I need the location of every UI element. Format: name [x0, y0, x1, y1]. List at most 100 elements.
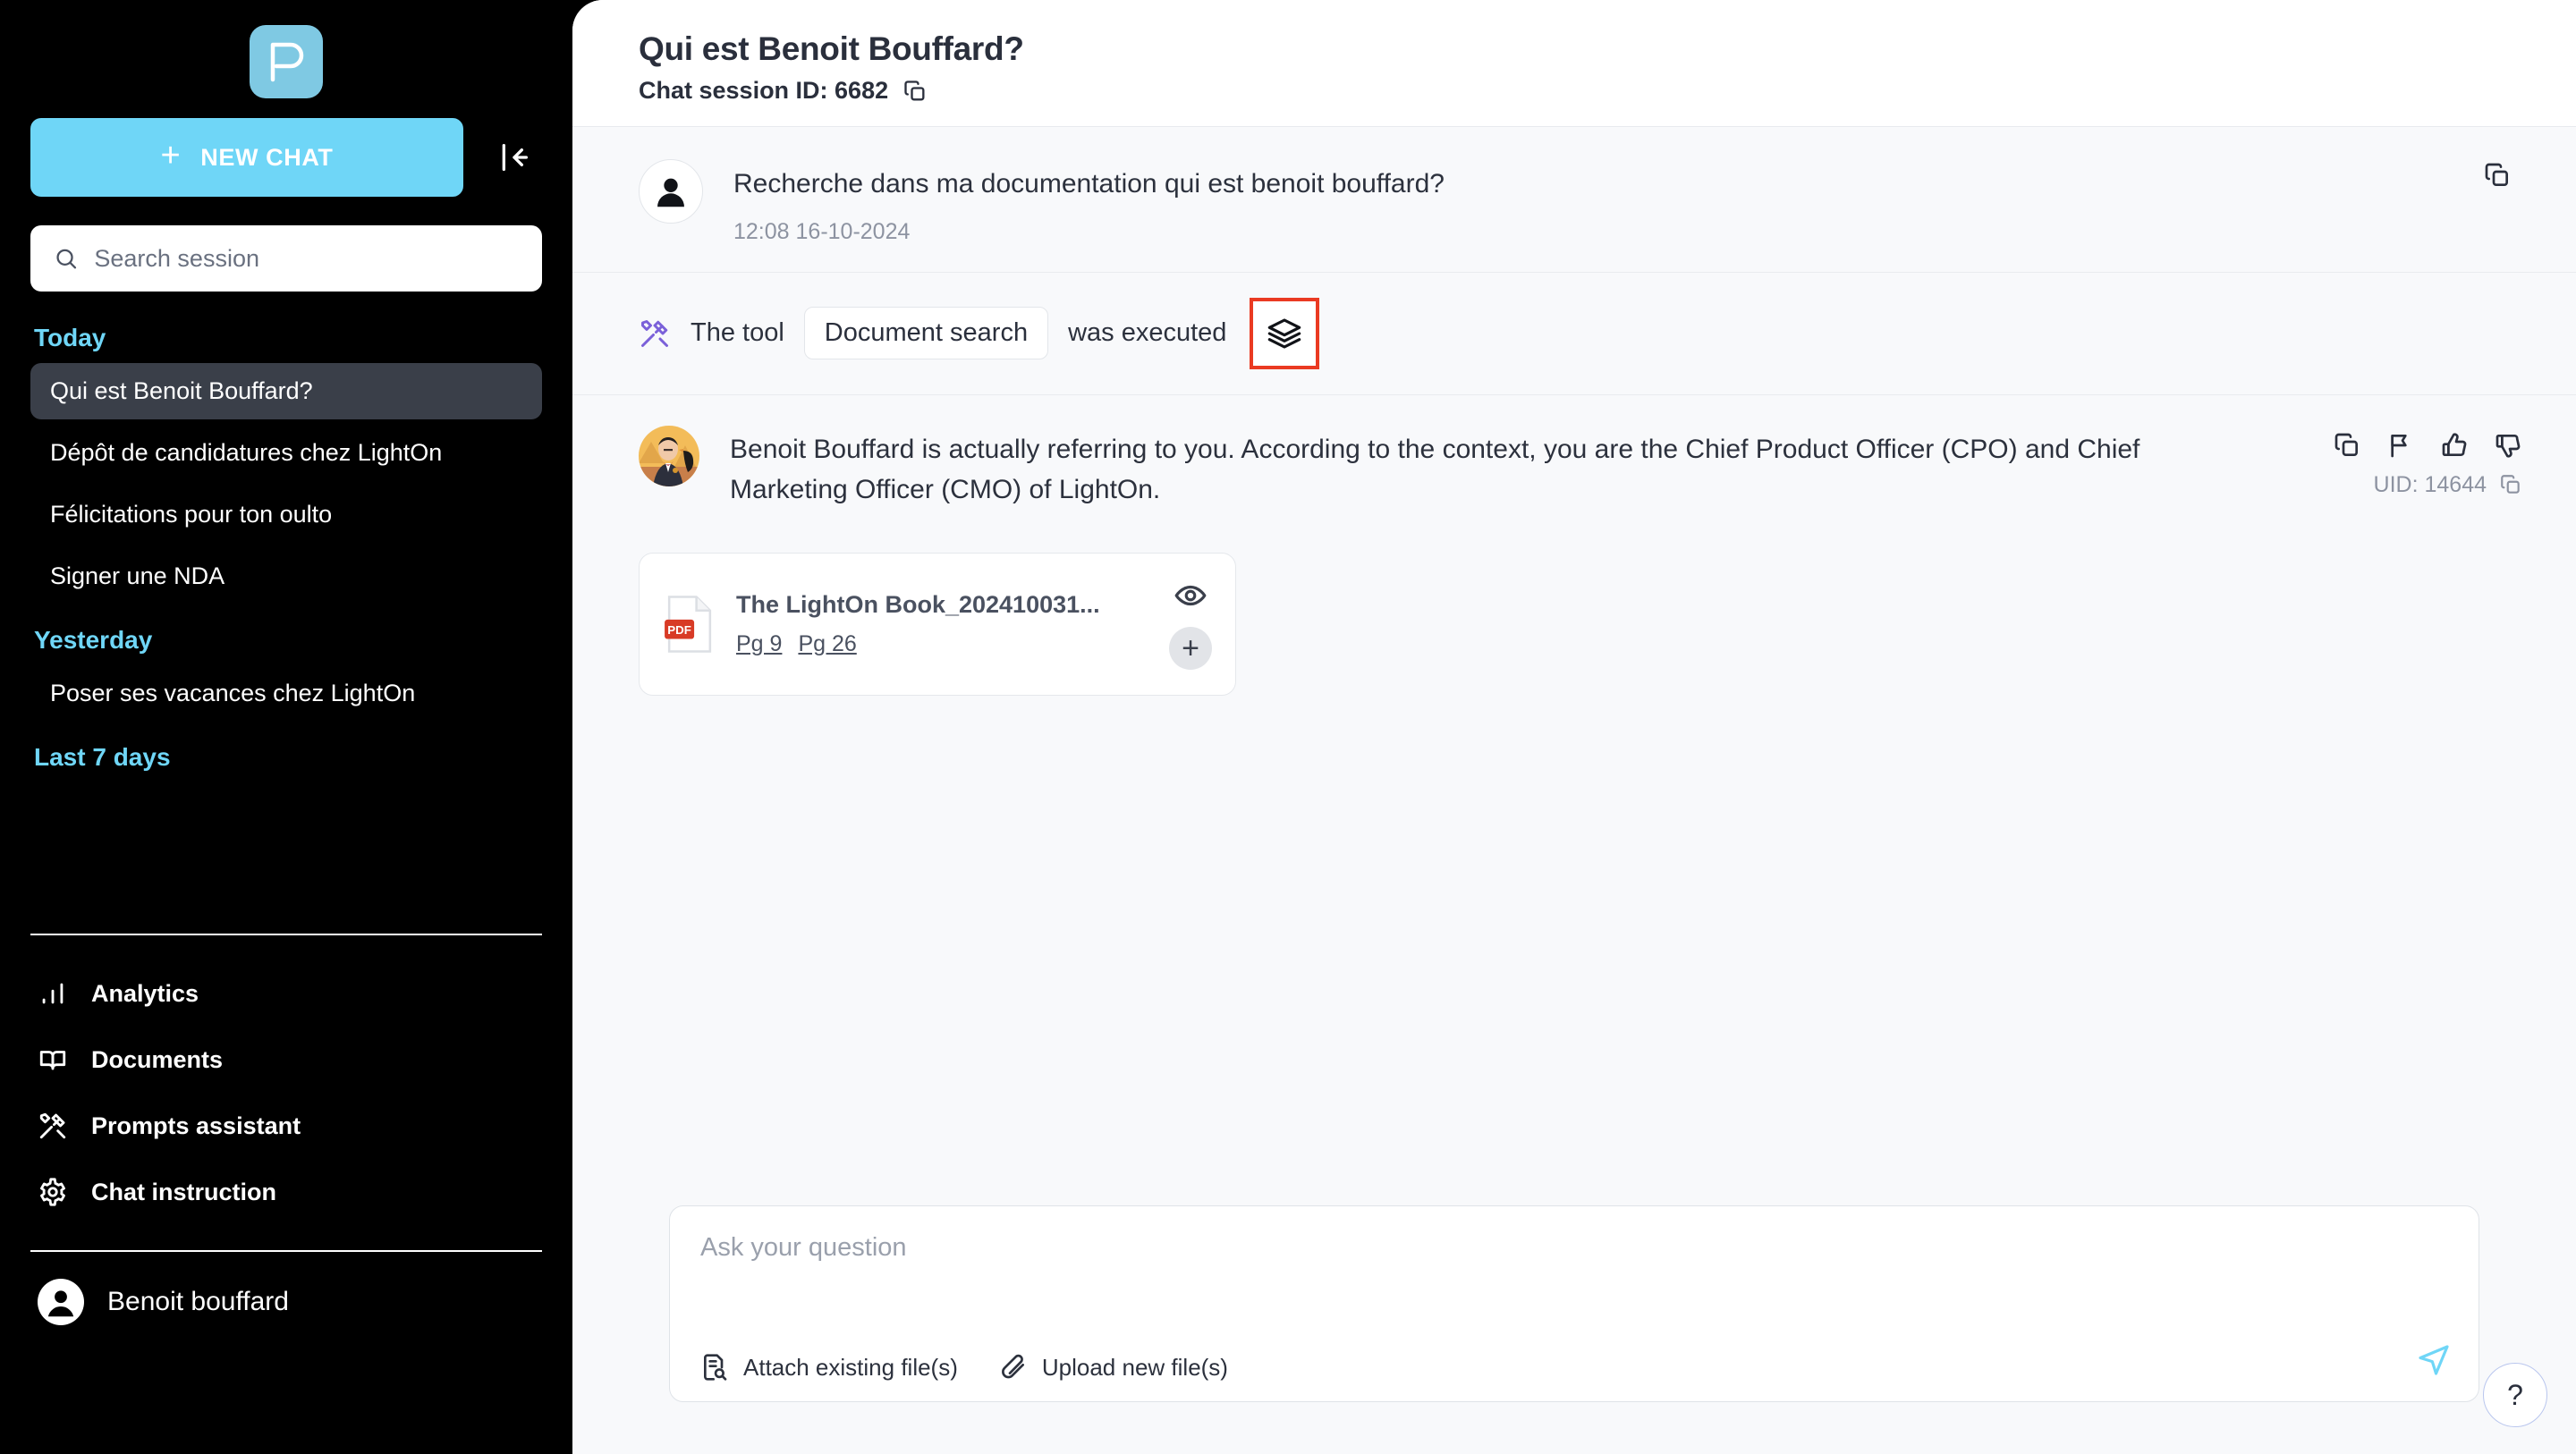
tool-prefix-text: The tool	[691, 318, 784, 347]
search-session-box[interactable]	[30, 225, 542, 292]
chat-header: Qui est Benoit Bouffard? Chat session ID…	[572, 0, 2576, 127]
session-item-qui-est-benoit-bouffard[interactable]: Qui est Benoit Bouffard?	[30, 363, 542, 419]
attach-existing-files-label: Attach existing file(s)	[743, 1353, 958, 1381]
new-chat-label: NEW CHAT	[200, 143, 334, 171]
layers-icon	[1268, 317, 1301, 349]
bar-chart-icon	[42, 983, 64, 1004]
add-document-button[interactable]: +	[1169, 626, 1212, 670]
sidebar-item-chat-instruction[interactable]: Chat instruction	[30, 1159, 542, 1225]
session-id-row: Chat session ID: 6682	[639, 77, 2522, 105]
session-item-signer-une-nda[interactable]: Signer une NDA	[30, 548, 542, 604]
avatar	[639, 425, 699, 486]
thumbs-down-button[interactable]	[2494, 431, 2522, 460]
logo-container	[0, 0, 572, 98]
sidebar-nav: Analytics Documents Prompts assistant Ch…	[0, 935, 572, 1225]
sidebar-item-label-prompts-assistant: Prompts assistant	[91, 1112, 301, 1139]
copy-uid-button[interactable]	[2499, 473, 2522, 496]
user-profile-name: Benoit bouffard	[107, 1287, 289, 1316]
user-message: Recherche dans ma documentation qui est …	[572, 127, 2576, 273]
tool-suffix-text: was executed	[1068, 318, 1227, 347]
user-avatar-icon	[657, 178, 684, 207]
sidebar-item-label-documents: Documents	[91, 1045, 224, 1073]
session-item-poser-ses-vacances[interactable]: Poser ses vacances chez LightOn	[30, 665, 542, 722]
copy-session-id-button[interactable]	[902, 79, 928, 104]
search-icon	[56, 249, 77, 269]
new-chat-row: + NEW CHAT	[0, 98, 572, 197]
session-list[interactable]: Today Qui est Benoit Bouffard? Dépôt de …	[0, 308, 572, 934]
main-panel: Qui est Benoit Bouffard? Chat session ID…	[572, 0, 2576, 1454]
copy-user-message-button[interactable]	[2483, 161, 2512, 194]
user-profile[interactable]: Benoit bouffard	[0, 1252, 572, 1325]
page-title: Qui est Benoit Bouffard?	[639, 30, 1024, 67]
send-message-button[interactable]	[2416, 1342, 2452, 1378]
sidebar-item-analytics[interactable]: Analytics	[30, 960, 542, 1027]
attach-existing-files-button[interactable]: Attach existing file(s)	[700, 1353, 958, 1382]
new-chat-button[interactable]: + NEW CHAT	[30, 118, 463, 197]
tool-name-chip[interactable]: Document search	[803, 307, 1049, 359]
question-input[interactable]	[700, 1233, 2343, 1263]
collapse-sidebar-icon	[502, 144, 528, 171]
eye-icon	[1174, 585, 1207, 605]
assistant-message-actions: UID: 14644	[2333, 431, 2522, 498]
pdf-file-icon: PDF	[665, 595, 715, 654]
pdf-icon: PDF	[665, 595, 712, 653]
tool-layers-button[interactable]	[1250, 297, 1320, 369]
source-document-card[interactable]: PDF The LightOn Book_202410031... Pg 9 P…	[639, 552, 1236, 696]
upload-new-files-button[interactable]: Upload new file(s)	[999, 1353, 1228, 1382]
source-document-actions: +	[1169, 579, 1212, 670]
session-item-felicitations[interactable]: Félicitations pour ton oulto	[30, 486, 542, 543]
copy-icon	[904, 80, 925, 100]
flag-icon	[2391, 434, 2407, 457]
help-label: ?	[2507, 1378, 2523, 1411]
help-button[interactable]: ?	[2483, 1363, 2547, 1427]
svg-text:PDF: PDF	[667, 622, 691, 636]
session-group-title-today: Today	[34, 324, 106, 351]
file-search-icon	[704, 1354, 727, 1381]
app-logo[interactable]	[250, 25, 323, 98]
upload-new-files-label: Upload new file(s)	[1041, 1353, 1228, 1381]
collapse-sidebar-button[interactable]	[490, 133, 538, 182]
user-message-text: Recherche dans ma documentation qui est …	[733, 169, 1445, 199]
send-icon	[2419, 1345, 2449, 1375]
user-avatar-icon	[40, 1281, 81, 1323]
thumbs-up-button[interactable]	[2440, 431, 2469, 460]
plus-icon: +	[160, 137, 182, 174]
uid-label: UID: 14644	[2373, 471, 2487, 497]
book-icon	[39, 1051, 66, 1070]
source-page-link-26[interactable]: Pg 26	[798, 631, 856, 657]
avatar	[38, 1279, 84, 1325]
assistant-avatar-icon	[639, 425, 699, 486]
copy-icon	[2501, 475, 2520, 494]
tool-execution-row: The tool Document search was executed	[572, 273, 2576, 395]
session-item-depot-de-candidatures[interactable]: Dépôt de candidatures chez LightOn	[30, 425, 542, 481]
composer: Attach existing file(s) Upload new file(…	[669, 1205, 2479, 1402]
logo-p-icon	[270, 42, 304, 82]
uid-row: UID: 14644	[2374, 472, 2522, 498]
sidebar-item-documents[interactable]: Documents	[30, 1027, 542, 1093]
thumbs-down-icon	[2496, 434, 2521, 458]
gear-icon	[40, 1178, 65, 1206]
flag-message-button[interactable]	[2386, 431, 2415, 460]
session-group-title-last-7-days: Last 7 days	[34, 743, 171, 771]
feedback-icon-group	[2333, 431, 2522, 460]
tools-icon	[39, 1112, 66, 1139]
conversation-spacer	[572, 696, 2576, 1206]
copy-icon	[2334, 433, 2358, 456]
source-document-pages: Pg 9 Pg 26	[736, 631, 1148, 657]
search-input[interactable]	[94, 244, 519, 273]
session-id-label: Chat session ID: 6682	[639, 77, 889, 104]
source-page-link-9[interactable]: Pg 9	[736, 631, 782, 657]
sidebar: + NEW CHAT Today Qui est Benoit Bouffard…	[0, 0, 572, 1454]
sidebar-footer: Benoit bouffard	[0, 1225, 572, 1356]
session-group-title-yesterday: Yesterday	[34, 626, 153, 654]
source-document-name: The LightOn Book_202410031...	[736, 590, 1100, 618]
user-message-body: Recherche dans ma documentation qui est …	[733, 159, 2510, 245]
sidebar-item-label-chat-instruction: Chat instruction	[91, 1178, 276, 1205]
composer-tools: Attach existing file(s) Upload new file(…	[700, 1353, 2448, 1382]
sidebar-item-prompts-assistant[interactable]: Prompts assistant	[30, 1093, 542, 1159]
preview-document-button[interactable]	[1174, 579, 1208, 613]
conversation: Recherche dans ma documentation qui est …	[572, 127, 2576, 1454]
copy-assistant-message-button[interactable]	[2333, 431, 2361, 460]
user-message-timestamp: 12:08 16-10-2024	[733, 218, 911, 244]
thumbs-up-icon	[2442, 432, 2467, 456]
